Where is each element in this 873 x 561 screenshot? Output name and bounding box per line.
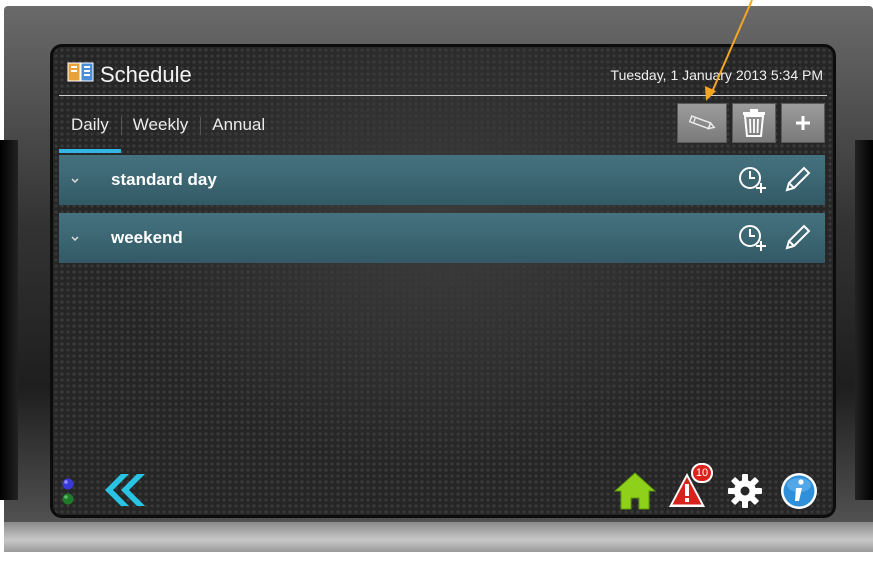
tab-annual[interactable]: Annual	[200, 105, 277, 147]
clock-add-icon[interactable]	[737, 223, 769, 255]
pencil-icon[interactable]	[781, 164, 813, 196]
schedule-app-icon	[67, 61, 95, 83]
schedule-name: weekend	[111, 228, 183, 247]
touch-screen: Schedule Tuesday, 1 January 2013 5:34 PM…	[50, 44, 836, 518]
schedule-row[interactable]: weekend	[59, 213, 825, 263]
schedule-tabs: Daily Weekly Annual	[59, 105, 277, 153]
info-icon	[779, 473, 819, 515]
datetime-display: Tuesday, 1 January 2013 5:34 PM	[610, 67, 823, 83]
status-led-icon	[61, 477, 75, 507]
tab-daily[interactable]: Daily	[59, 105, 121, 153]
clock-add-icon[interactable]	[737, 165, 769, 197]
page-title: Schedule	[100, 62, 192, 87]
trash-icon	[741, 108, 767, 138]
schedule-list: standard day weekend	[59, 155, 825, 271]
info-button[interactable]	[779, 471, 819, 511]
bezel-edge-right	[855, 140, 873, 500]
bezel-bottom-strip	[4, 522, 873, 552]
delete-button[interactable]	[732, 103, 776, 143]
title-divider	[59, 95, 827, 96]
settings-button[interactable]	[725, 471, 765, 511]
back-button[interactable]	[99, 472, 147, 508]
edit-button[interactable]	[677, 103, 727, 143]
add-button[interactable]	[781, 103, 825, 143]
toolbar	[677, 103, 825, 143]
chevron-down-icon[interactable]	[69, 231, 81, 243]
title-bar: Schedule Tuesday, 1 January 2013 5:34 PM	[53, 47, 833, 95]
home-button[interactable]	[613, 471, 657, 511]
pencil-icon[interactable]	[781, 222, 813, 254]
plus-icon	[795, 115, 811, 131]
double-chevron-left-icon	[99, 474, 147, 512]
bezel-edge-left	[0, 140, 18, 500]
gear-icon	[725, 474, 765, 515]
schedule-row[interactable]: standard day	[59, 155, 825, 205]
home-icon	[613, 472, 657, 515]
alarm-button[interactable]: 10	[667, 463, 717, 511]
schedule-name: standard day	[111, 170, 217, 189]
pencil-icon	[687, 114, 717, 132]
tab-weekly[interactable]: Weekly	[120, 105, 200, 147]
chevron-down-icon[interactable]	[69, 173, 81, 185]
alarm-count-badge: 10	[691, 463, 713, 483]
